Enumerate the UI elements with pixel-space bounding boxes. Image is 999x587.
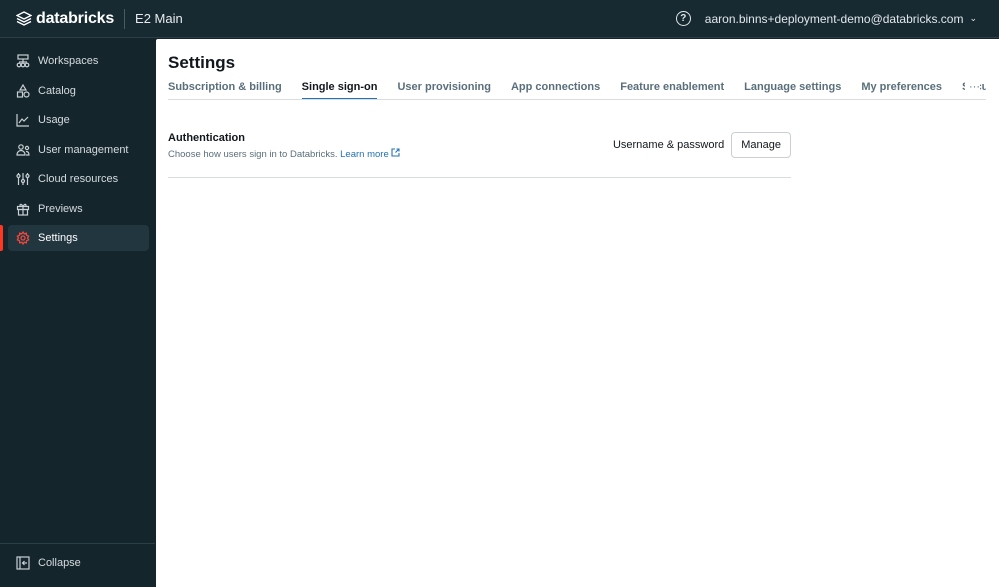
sidebar-item-settings[interactable]: Settings xyxy=(0,225,149,251)
sidebar-item-user-management[interactable]: User management xyxy=(8,137,149,163)
sidebar-item-label: Workspaces xyxy=(38,55,99,67)
workspaces-icon xyxy=(16,54,30,68)
sidebar-item-workspaces[interactable]: Workspaces xyxy=(8,48,149,74)
collapse-icon xyxy=(16,555,30,570)
more-tabs-button[interactable]: ··· xyxy=(965,81,980,93)
tab-language-settings[interactable]: Language settings xyxy=(744,81,841,99)
tab-app-connections[interactable]: App connections xyxy=(511,81,600,99)
workspace-name[interactable]: E2 Main xyxy=(135,11,183,26)
tab-feature-enablement[interactable]: Feature enablement xyxy=(620,81,724,99)
brand-name: databricks xyxy=(36,9,115,27)
user-menu[interactable]: aaron.binns+deployment-demo@databricks.c… xyxy=(705,12,964,26)
gear-icon xyxy=(16,231,30,245)
main-content: Settings Subscription & billing Single s… xyxy=(156,39,999,587)
gift-icon xyxy=(16,202,30,216)
sidebar-item-previews[interactable]: Previews xyxy=(8,196,149,222)
collapse-button[interactable]: Collapse xyxy=(8,550,149,576)
users-icon xyxy=(16,143,30,157)
sidebar-item-label: Catalog xyxy=(38,84,76,97)
tab-user-provisioning[interactable]: User provisioning xyxy=(397,81,491,99)
collapse-label: Collapse xyxy=(38,556,81,569)
sidebar-item-label: Cloud resources xyxy=(38,173,119,185)
sliders-icon xyxy=(16,172,30,186)
settings-tabs: Subscription & billing Single sign-on Us… xyxy=(168,81,986,100)
chart-line-icon xyxy=(16,113,30,127)
databricks-logo-icon xyxy=(16,11,32,26)
tab-my-preferences[interactable]: My preferences xyxy=(861,81,942,99)
page-title: Settings xyxy=(168,53,236,72)
chevron-down-icon[interactable]: ⌄ xyxy=(969,13,977,24)
tab-subscription-billing[interactable]: Subscription & billing xyxy=(168,81,282,99)
sidebar-item-label: User management xyxy=(38,143,129,156)
sidebar-item-catalog[interactable]: Catalog xyxy=(8,78,149,104)
help-icon[interactable]: ? xyxy=(675,11,691,26)
external-link-icon xyxy=(391,148,400,157)
sidebar: Workspaces Catalog Usage User management… xyxy=(0,38,155,587)
sidebar-item-label: Previews xyxy=(38,202,83,215)
sidebar-item-label: Usage xyxy=(38,114,70,126)
authentication-description: Choose how users sign in to Databricks. xyxy=(168,149,338,160)
authentication-section: Authentication Choose how users sign in … xyxy=(168,132,791,178)
tab-single-sign-on[interactable]: Single sign-on xyxy=(301,81,378,99)
sidebar-item-usage[interactable]: Usage xyxy=(8,107,149,133)
divider xyxy=(124,8,126,29)
catalog-icon xyxy=(16,83,30,98)
sidebar-item-label: Settings xyxy=(38,232,78,244)
top-bar: databricks E2 Main ? aaron.binns+deploym… xyxy=(0,0,999,38)
databricks-logo[interactable]: databricks xyxy=(16,10,114,28)
auth-method: Username & password xyxy=(612,139,725,151)
sidebar-item-cloud-resources[interactable]: Cloud resources xyxy=(8,166,149,192)
manage-button[interactable]: Manage xyxy=(731,132,791,158)
learn-more-link[interactable]: Learn more xyxy=(340,148,400,160)
